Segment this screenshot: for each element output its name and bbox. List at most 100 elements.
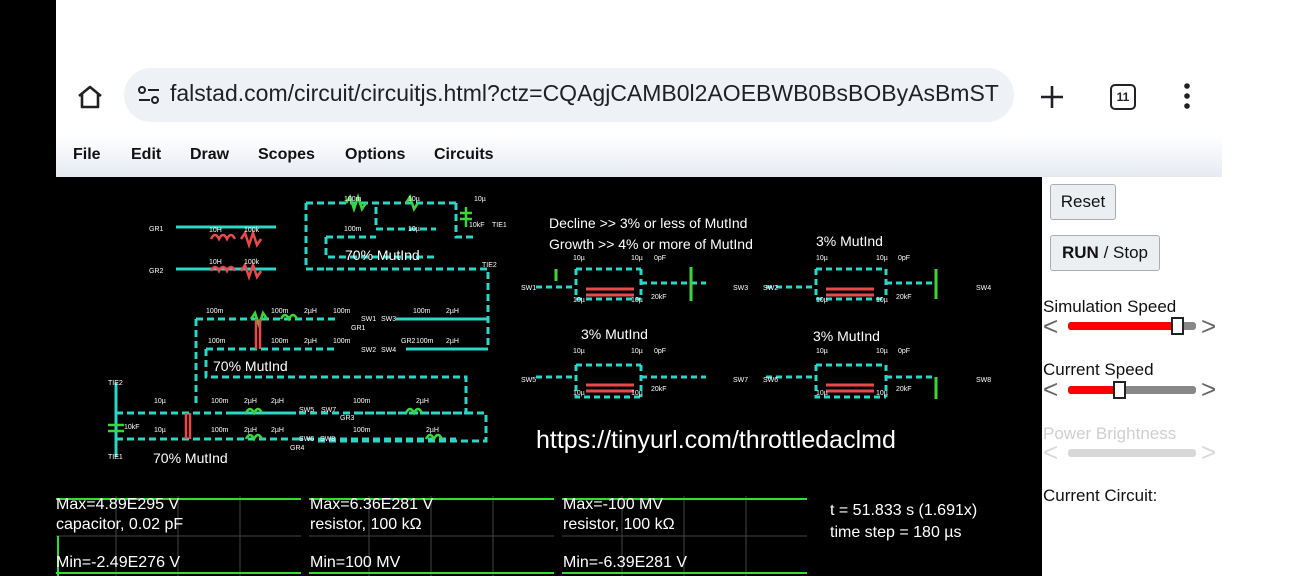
label-gr4: GR4 — [290, 445, 305, 452]
label-2uh-e: 2µH — [244, 398, 257, 405]
label-100m-n: 100m — [353, 427, 371, 434]
sim-speed-thumb[interactable] — [1171, 317, 1184, 335]
decline-text: Decline >> 3% or less of MutInd — [549, 215, 747, 231]
label-10u-t: 10µ — [816, 390, 828, 397]
mutind-label-6: 3% MutInd — [813, 328, 880, 344]
label-10u-j: 10µ — [816, 255, 828, 262]
label-100m-l: 100m — [353, 398, 371, 405]
scope2-max: Max=6.36E281 V — [310, 496, 434, 513]
current-speed-left-icon[interactable]: < — [1043, 374, 1058, 405]
current-speed-fill — [1068, 386, 1119, 394]
label-20kf-a: 20kF — [651, 294, 667, 301]
label-100m-e: 100m — [333, 308, 351, 315]
label-20kf-c: 20kF — [651, 386, 667, 393]
label-10kf-a: 10kF — [469, 222, 485, 229]
label-10u-i: 10µ — [631, 297, 643, 304]
url-text[interactable]: falstad.com/circuit/circuitjs.html?ctz=C… — [170, 80, 999, 107]
label-gr1: GR1 — [149, 226, 164, 233]
label-gr1-b: GR1 — [351, 325, 366, 332]
label-sw6-r: SW6 — [763, 377, 778, 384]
page-margin — [1222, 0, 1289, 576]
power-brightness-track — [1068, 449, 1196, 457]
sim-time: t = 51.833 s (1.691x) — [830, 502, 978, 519]
scope3-min: Min=-6.39E281 V — [563, 554, 688, 571]
label-gr2: GR2 — [149, 268, 164, 275]
label-2uh-b: 2µH — [446, 308, 459, 315]
scope1-min: Min=-2.49E276 V — [56, 554, 181, 571]
label-10u-m: 10µ — [876, 297, 888, 304]
menu-circuits[interactable]: Circuits — [434, 146, 494, 164]
run-stop-button[interactable]: RUN / Stop — [1050, 235, 1160, 271]
label-gr3: GR3 — [340, 415, 355, 422]
label-10h-b: 10H — [209, 259, 222, 266]
sim-speed-fill — [1068, 322, 1177, 330]
label-sw2: SW2 — [361, 347, 376, 354]
label-100m-m: 100m — [211, 427, 229, 434]
label-sw5-r: SW5 — [521, 377, 536, 384]
power-brightness-left-icon: < — [1043, 437, 1059, 467]
label-10h-a: 10H — [209, 227, 222, 234]
label-tie2-b: TIE2 — [108, 380, 123, 387]
menu-edit[interactable]: Edit — [131, 146, 161, 164]
label-10u-g: 10µ — [631, 255, 643, 262]
scope3-name: resistor, 100 kΩ — [563, 516, 675, 533]
tab-switcher-button[interactable]: 11 — [1110, 84, 1136, 110]
current-speed-thumb[interactable] — [1113, 381, 1126, 399]
label-0pf-c: 0pF — [654, 348, 666, 355]
label-10u-b: 10µ — [474, 196, 486, 203]
label-10u-n: 10µ — [573, 348, 585, 355]
scope3-max: Max=-100 MV — [563, 496, 664, 513]
menu-scopes[interactable]: Scopes — [258, 146, 315, 164]
new-tab-icon[interactable] — [1039, 84, 1065, 110]
scope1-name: capacitor, 0.02 pF — [56, 516, 184, 533]
mutind-label-1: 70% MutInd — [345, 247, 420, 263]
power-brightness-label: Power Brightness — [1043, 424, 1177, 443]
current-speed-slider[interactable] — [1068, 381, 1196, 399]
label-10u-e: 10µ — [154, 427, 166, 434]
reset-button[interactable]: Reset — [1050, 184, 1116, 220]
label-10u-d: 10µ — [154, 398, 166, 405]
label-tie1-b: TIE1 — [108, 454, 123, 461]
label-sw8-a: SW8 — [320, 436, 335, 443]
label-10u-q: 10µ — [631, 390, 643, 397]
growth-text: Growth >> 4% or more of MutInd — [549, 236, 753, 252]
site-settings-icon[interactable] — [137, 84, 161, 106]
menu-file[interactable]: File — [73, 146, 101, 164]
power-brightness-right-icon: > — [1201, 437, 1217, 467]
label-2uh-f: 2µH — [271, 398, 284, 405]
menu-draw[interactable]: Draw — [190, 146, 229, 164]
home-icon[interactable] — [76, 84, 104, 110]
label-10u-p: 10µ — [573, 390, 585, 397]
circuit-canvas[interactable]: Decline >> 3% or less of MutInd Growth >… — [56, 177, 1042, 496]
label-20kf-d: 20kF — [896, 386, 912, 393]
label-sw6: SW6 — [299, 436, 314, 443]
label-10u-f: 10µ — [573, 255, 585, 262]
tinyurl-text: https://tinyurl.com/throttledaclmd — [536, 426, 896, 454]
label-sw2-r: SW2 — [763, 285, 778, 292]
label-100m-a: 100m — [344, 196, 362, 203]
menu-options[interactable]: Options — [345, 146, 405, 164]
mutind-label-5: 3% MutInd — [581, 326, 648, 342]
label-sw7-b: SW7 — [733, 377, 748, 384]
current-speed-right-icon[interactable]: > — [1201, 374, 1216, 405]
label-20kf-b: 20kF — [896, 294, 912, 301]
label-2uh-d: 2µH — [446, 338, 459, 345]
label-2uh-h: 2µH — [244, 427, 257, 434]
label-sw8-b: SW8 — [976, 377, 991, 384]
label-10kf-b: 10kF — [124, 424, 140, 431]
mutind-label-2: 70% MutInd — [213, 358, 288, 374]
sim-speed-slider[interactable] — [1068, 317, 1196, 335]
sim-speed-left-icon[interactable]: < — [1043, 311, 1058, 342]
label-100k-a: 100k — [244, 227, 260, 234]
sim-speed-right-icon[interactable]: > — [1201, 311, 1216, 342]
more-options-icon[interactable] — [1180, 82, 1194, 110]
label-sw4-b: SW4 — [976, 285, 991, 292]
label-tie1-a: TIE1 — [492, 222, 507, 229]
run-label: RUN — [1062, 243, 1099, 262]
label-2uh-a: 2µH — [304, 308, 317, 315]
label-100m-c: 100m — [206, 308, 224, 315]
label-2uh-g: 2µH — [416, 398, 429, 405]
stop-label: / Stop — [1098, 243, 1148, 262]
label-100m-f: 100m — [413, 308, 431, 315]
label-10u-k: 10µ — [876, 255, 888, 262]
